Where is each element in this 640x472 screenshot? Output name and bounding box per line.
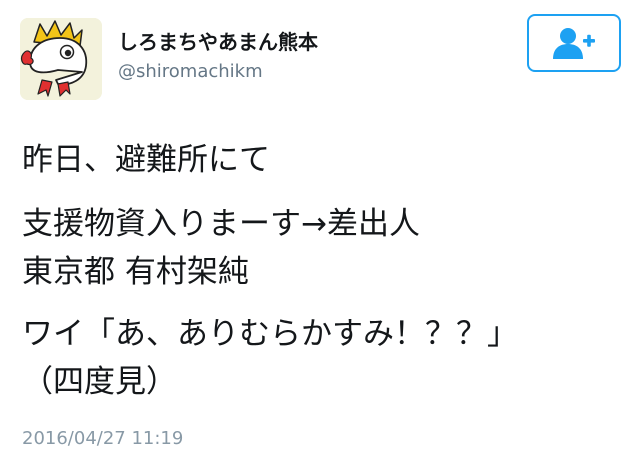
tweet-text-line: 昨日、避難所にて: [22, 142, 270, 178]
tweet-text-line: 支援物資入りまーす→差出人: [22, 206, 420, 242]
tweet-timestamp[interactable]: 2016/04/27 11:19: [22, 428, 183, 450]
user-screen-name[interactable]: @shiromachikm: [118, 61, 263, 83]
user-display-name[interactable]: しろまちやあまん熊本: [118, 30, 318, 54]
tweet-text-line: 東京都 有村架純: [22, 254, 249, 290]
tweet-card: しろまちやあまん熊本 @shiromachikm 昨日、避難所にて 支援物資入り…: [0, 0, 640, 472]
follow-button[interactable]: [527, 14, 621, 72]
tweet-text-line: （四度見）: [22, 364, 177, 400]
cartoon-character-icon: [20, 18, 102, 100]
user-avatar[interactable]: [20, 18, 102, 100]
add-user-icon: [553, 28, 595, 59]
tweet-text-line: ワイ「あ、ありむらかすみ！？？」: [22, 316, 518, 352]
